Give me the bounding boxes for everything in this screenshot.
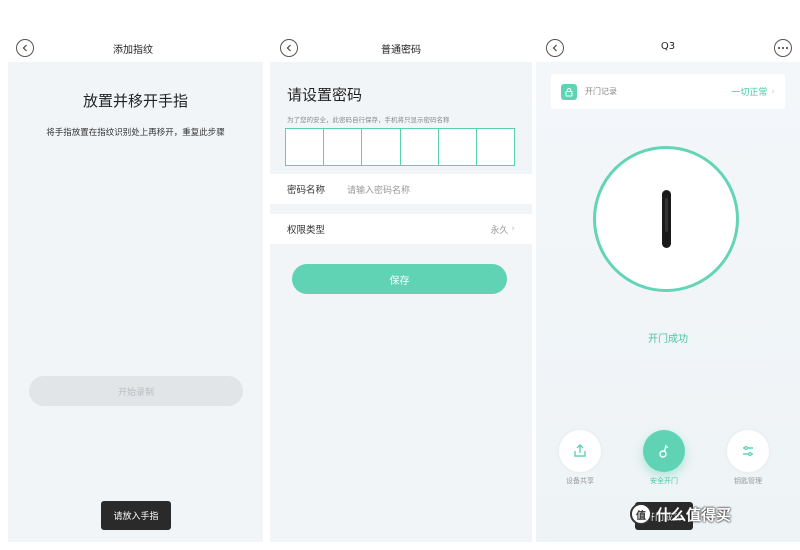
watermark: 值 什么值得买 [630, 503, 731, 525]
unlock-result-text: 开门成功 [648, 334, 688, 345]
lock-device-image [661, 190, 671, 248]
top-bar: 普通密码 [270, 0, 532, 62]
chevron-right-icon: › [771, 86, 775, 97]
lock-icon [561, 83, 577, 100]
watermark-badge-icon: 值 [630, 503, 652, 525]
share-icon [574, 444, 586, 457]
permission-type-row[interactable]: 权限类型 永久 › [270, 214, 532, 244]
top-bar: 添加指纹 [0, 0, 266, 62]
permission-type-value: 永久 [490, 225, 509, 236]
top-bar: Q3 [536, 0, 800, 62]
pin-input[interactable] [285, 128, 515, 166]
share-icon-circle [559, 430, 601, 472]
password-name-row[interactable]: 密码名称 请输入密码名称 [270, 174, 532, 204]
save-button[interactable]: 保存 [292, 264, 507, 294]
watermark-text: 什么值得买 [656, 505, 732, 524]
safe-unlock-button[interactable]: 安全开门 [640, 430, 688, 486]
more-options-button[interactable] [774, 39, 792, 57]
page-title: 添加指纹 [113, 45, 153, 56]
unlock-log-label: 开门记录 [585, 86, 617, 96]
pin-digit-box[interactable] [362, 129, 401, 165]
unlock-log-bar[interactable]: 开门记录 一切正常 › [551, 74, 785, 109]
password-hint: 为了您的安全，此密码自行保存，手机将只显示密码名称 [287, 116, 450, 124]
chevron-right-icon: › [511, 224, 515, 234]
fingerprint-screen: 添加指纹 放置并移开手指 将手指放置在指纹识别处上再移开，重复此步骤 开始录制 … [0, 0, 266, 550]
start-recording-button[interactable]: 开始录制 [29, 376, 243, 406]
pin-digit-box[interactable] [324, 129, 363, 165]
page-title: Q3 [660, 41, 676, 52]
password-screen: 普通密码 请设置密码 为了您的安全，此密码自行保存，手机将只显示密码名称 密码名… [270, 0, 532, 550]
key-management-button[interactable]: 钥匙管理 [724, 430, 772, 486]
settings-icon-circle [727, 430, 769, 472]
password-heading: 请设置密码 [287, 86, 363, 104]
pin-digit-box[interactable] [286, 129, 325, 165]
fingerprint-instruction: 将手指放置在指纹识别处上再移开，重复此步骤 [46, 128, 225, 138]
key-management-label: 钥匙管理 [734, 477, 762, 485]
more-dot [782, 47, 784, 49]
device-share-button[interactable]: 设备共享 [556, 430, 604, 486]
status-text: 一切正常 [731, 88, 768, 98]
more-dot [778, 47, 780, 49]
fingerprint-panel: 放置并移开手指 将手指放置在指纹识别处上再移开，重复此步骤 开始录制 请放入手指 [8, 62, 263, 542]
device-ring [593, 146, 739, 292]
fingerprint-heading: 放置并移开手指 [82, 92, 188, 110]
sliders-icon [743, 445, 753, 457]
pin-digit-box[interactable] [401, 129, 439, 165]
pin-digit-box[interactable] [439, 129, 477, 165]
password-header: 请设置密码 为了您的安全，此密码自行保存，手机将只显示密码名称 [270, 62, 532, 172]
permission-type-label: 权限类型 [287, 225, 326, 236]
pin-digit-box[interactable] [477, 129, 514, 165]
key-icon [659, 444, 669, 458]
device-panel: 开门记录 一切正常 › 开门成功 设备共享 安全开门 钥匙管理 开门成功 [536, 62, 800, 542]
safe-unlock-label: 安全开门 [650, 477, 678, 485]
password-name-label: 密码名称 [287, 185, 326, 196]
device-share-label: 设备共享 [566, 477, 594, 485]
key-icon-circle [643, 430, 685, 472]
device-screen: Q3 开门记录 一切正常 › 开门成功 设备共享 安全开门 钥匙管理 开门成功 [536, 0, 800, 550]
password-panel: 请设置密码 为了您的安全，此密码自行保存，手机将只显示密码名称 密码名称 请输入… [270, 62, 532, 542]
toast-message: 请放入手指 [101, 501, 171, 530]
password-name-input[interactable]: 请输入密码名称 [347, 183, 410, 196]
page-title: 普通密码 [381, 45, 421, 56]
more-dot [786, 47, 788, 49]
